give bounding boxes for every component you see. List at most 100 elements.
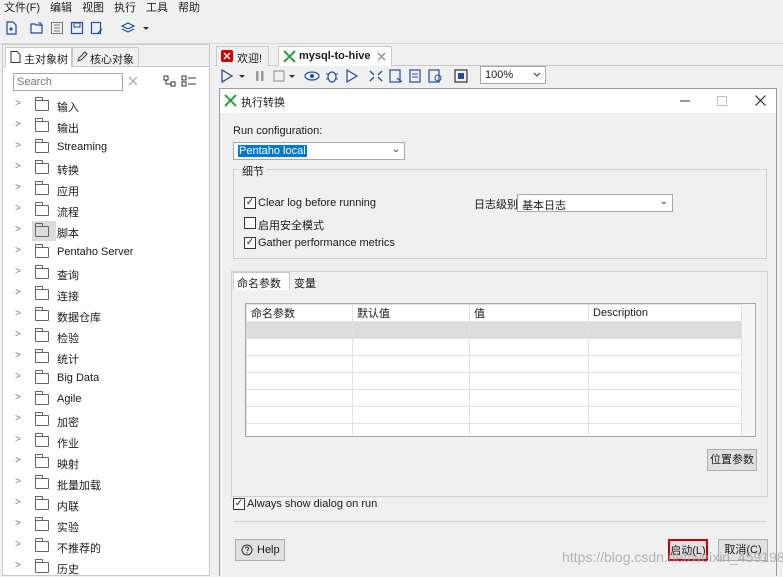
close-tab-icon[interactable] — [377, 52, 386, 61]
tree-item-validation[interactable]: > 检验 — [3, 326, 209, 347]
chevron-right-icon[interactable]: > — [15, 266, 21, 277]
clear-log-checkbox[interactable]: ✓ — [244, 197, 256, 209]
tree-item-statistics[interactable]: > 统计 — [3, 347, 209, 368]
chevron-right-icon[interactable]: > — [15, 98, 21, 109]
tree-item-streaming[interactable]: > Streaming — [3, 137, 209, 158]
table-cell[interactable] — [588, 372, 742, 390]
tree-item-output[interactable]: > 输出 — [3, 116, 209, 137]
table-row[interactable] — [246, 338, 742, 356]
open-file-icon[interactable] — [30, 21, 44, 35]
explore-db-icon[interactable] — [428, 69, 444, 83]
stop-dropdown-icon[interactable] — [288, 69, 296, 83]
tab-mysql-to-hive[interactable]: mysql-to-hive — [278, 46, 392, 66]
help-button[interactable]: Help — [235, 539, 285, 561]
tree-item-deprecated[interactable]: > 不推荐的 — [3, 536, 209, 557]
chevron-right-icon[interactable]: > — [15, 119, 21, 130]
close-icon[interactable] — [754, 94, 767, 107]
chevron-right-icon[interactable]: > — [15, 560, 21, 571]
preview-icon[interactable] — [304, 69, 320, 83]
table-cell[interactable] — [588, 406, 742, 424]
tree-item-input[interactable]: > 输入 — [3, 95, 209, 116]
layers-dropdown-icon[interactable] — [142, 21, 150, 35]
clear-search-icon[interactable] — [127, 75, 139, 87]
chevron-right-icon[interactable]: > — [15, 455, 21, 466]
table-cell[interactable] — [246, 321, 353, 339]
table-cell[interactable] — [246, 372, 353, 390]
safe-mode-checkbox[interactable] — [244, 217, 256, 229]
chevron-right-icon[interactable]: > — [15, 497, 21, 508]
table-cell[interactable] — [352, 389, 470, 407]
table-cell[interactable] — [352, 321, 470, 339]
run-configuration-select[interactable]: Pentaho local ⌄ — [233, 142, 405, 160]
stop-icon[interactable] — [272, 69, 286, 83]
tree-item-lookup[interactable]: > 查询 — [3, 263, 209, 284]
debug-icon[interactable] — [324, 69, 340, 83]
log-level-select[interactable]: 基本日志 ⌄ — [517, 194, 673, 212]
chevron-right-icon[interactable]: > — [15, 476, 21, 487]
tree-item-bulk-loading[interactable]: > 批量加载 — [3, 473, 209, 494]
grid-icon[interactable] — [454, 69, 468, 83]
collapse-all-icon[interactable] — [163, 75, 177, 87]
chevron-right-icon[interactable]: > — [15, 203, 21, 214]
chevron-right-icon[interactable]: > — [15, 287, 21, 298]
gather-metrics-checkbox[interactable]: ✓ — [244, 237, 256, 249]
tree-item-agile[interactable]: > Agile — [3, 389, 209, 410]
impact-icon[interactable] — [388, 69, 404, 83]
run-dropdown-icon[interactable] — [238, 69, 246, 83]
chevron-right-icon[interactable]: > — [15, 161, 21, 172]
chevron-right-icon[interactable]: > — [15, 140, 21, 151]
tree-item-transform[interactable]: > 转换 — [3, 158, 209, 179]
zoom-select[interactable]: 100% — [480, 66, 546, 84]
chevron-right-icon[interactable]: > — [15, 392, 21, 403]
maximize-icon[interactable] — [716, 95, 728, 107]
table-cell[interactable] — [352, 423, 470, 436]
table-cell[interactable] — [588, 321, 742, 339]
chevron-right-icon[interactable]: > — [15, 518, 21, 529]
run-icon[interactable] — [220, 69, 234, 83]
tree-item-script[interactable]: > 脚本 — [3, 221, 209, 242]
sql-icon[interactable] — [408, 69, 424, 83]
tab-welcome[interactable]: 欢迎! — [216, 46, 270, 66]
chevron-right-icon[interactable]: > — [15, 329, 21, 340]
table-cell[interactable] — [469, 355, 589, 373]
table-cell[interactable] — [588, 389, 742, 407]
tab-named-parameters[interactable]: 命名参数 — [233, 272, 290, 290]
column-header-value[interactable]: 值 — [469, 304, 589, 322]
layers-icon[interactable] — [120, 21, 136, 35]
always-show-checkbox[interactable]: ✓ — [233, 498, 245, 510]
table-cell[interactable] — [246, 406, 353, 424]
table-cell[interactable] — [246, 355, 353, 373]
table-row[interactable] — [246, 355, 742, 373]
save-icon[interactable] — [70, 21, 84, 35]
tab-core-objects[interactable]: 核心对象 — [71, 47, 139, 67]
new-file-icon[interactable] — [4, 21, 18, 35]
chevron-right-icon[interactable]: > — [15, 224, 21, 235]
expand-all-icon[interactable] — [181, 75, 197, 87]
table-scrollbar[interactable] — [741, 304, 755, 436]
table-cell[interactable] — [588, 355, 742, 373]
table-cell[interactable] — [588, 338, 742, 356]
verify-icon[interactable] — [368, 69, 384, 83]
table-cell[interactable] — [246, 423, 353, 436]
explore-icon[interactable] — [50, 21, 64, 35]
chevron-right-icon[interactable]: > — [15, 371, 21, 382]
table-cell[interactable] — [469, 338, 589, 356]
column-header-description[interactable]: Description — [588, 304, 742, 322]
tree-item-inline[interactable]: > 内联 — [3, 494, 209, 515]
table-cell[interactable] — [469, 406, 589, 424]
table-cell[interactable] — [246, 338, 353, 356]
tree-item-experimental[interactable]: > 实验 — [3, 515, 209, 536]
table-cell[interactable] — [246, 389, 353, 407]
table-row[interactable] — [246, 372, 742, 390]
menu-tools[interactable]: 工具 — [146, 0, 168, 15]
tree-item-join[interactable]: > 连接 — [3, 284, 209, 305]
menu-edit[interactable]: 编辑 — [50, 0, 72, 15]
replay-icon[interactable] — [344, 69, 360, 83]
column-header-name[interactable]: 命名参数 — [246, 304, 353, 322]
search-input[interactable] — [13, 73, 123, 91]
chevron-right-icon[interactable]: > — [15, 245, 21, 256]
table-cell[interactable] — [588, 423, 742, 436]
menu-file[interactable]: 文件(F) — [4, 0, 40, 15]
tab-variables[interactable]: 变量 — [290, 273, 320, 290]
menu-run[interactable]: 执行 — [114, 0, 136, 15]
